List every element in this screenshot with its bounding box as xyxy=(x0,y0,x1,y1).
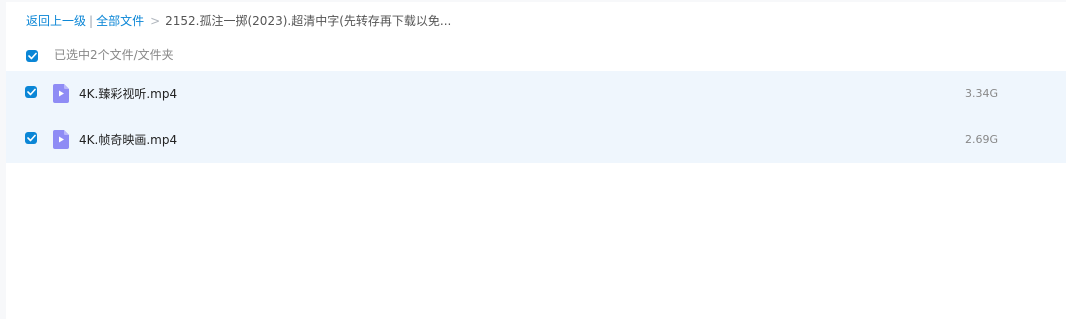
file-size: 3.34G xyxy=(965,87,999,100)
file-row[interactable]: 4K.帧奇映画.mp4 2.69G xyxy=(6,117,1066,163)
checkmark-icon xyxy=(26,88,36,96)
file-checkbox[interactable] xyxy=(25,86,37,98)
file-checkbox[interactable] xyxy=(25,132,37,144)
file-browser-panel: 返回上一级 | 全部文件 >2152.孤注一掷(2023).超清中字(先转存再下载以免… xyxy=(6,2,1066,319)
file-name[interactable]: 4K.帧奇映画.mp4 xyxy=(79,131,177,149)
file-name[interactable]: 4K.臻彩视听.mp4 xyxy=(79,85,177,103)
file-row[interactable]: 4K.臻彩视听.mp4 3.34G xyxy=(6,71,1066,117)
file-size: 2.69G xyxy=(965,133,999,146)
checkmark-icon xyxy=(27,52,37,60)
back-link[interactable]: 返回上一级 xyxy=(26,14,86,28)
breadcrumb-arrow: > xyxy=(150,14,161,28)
all-files-link[interactable]: 全部文件 xyxy=(96,14,144,28)
breadcrumb-separator: | xyxy=(89,14,94,28)
current-folder-name: 2152.孤注一掷(2023).超清中字(先转存再下载以免... xyxy=(165,14,452,28)
select-all-checkbox[interactable] xyxy=(26,50,38,62)
video-file-icon xyxy=(53,130,69,149)
selection-summary: 已选中2个文件/文件夹 xyxy=(54,48,174,62)
checkmark-icon xyxy=(26,134,36,142)
file-list: 4K.臻彩视听.mp4 3.34G 4K.帧奇映画.mp4 2.69G xyxy=(6,71,1066,163)
breadcrumb: 返回上一级 | 全部文件 >2152.孤注一掷(2023).超清中字(先转存再下载以免… xyxy=(26,12,451,30)
video-file-icon xyxy=(53,84,69,103)
